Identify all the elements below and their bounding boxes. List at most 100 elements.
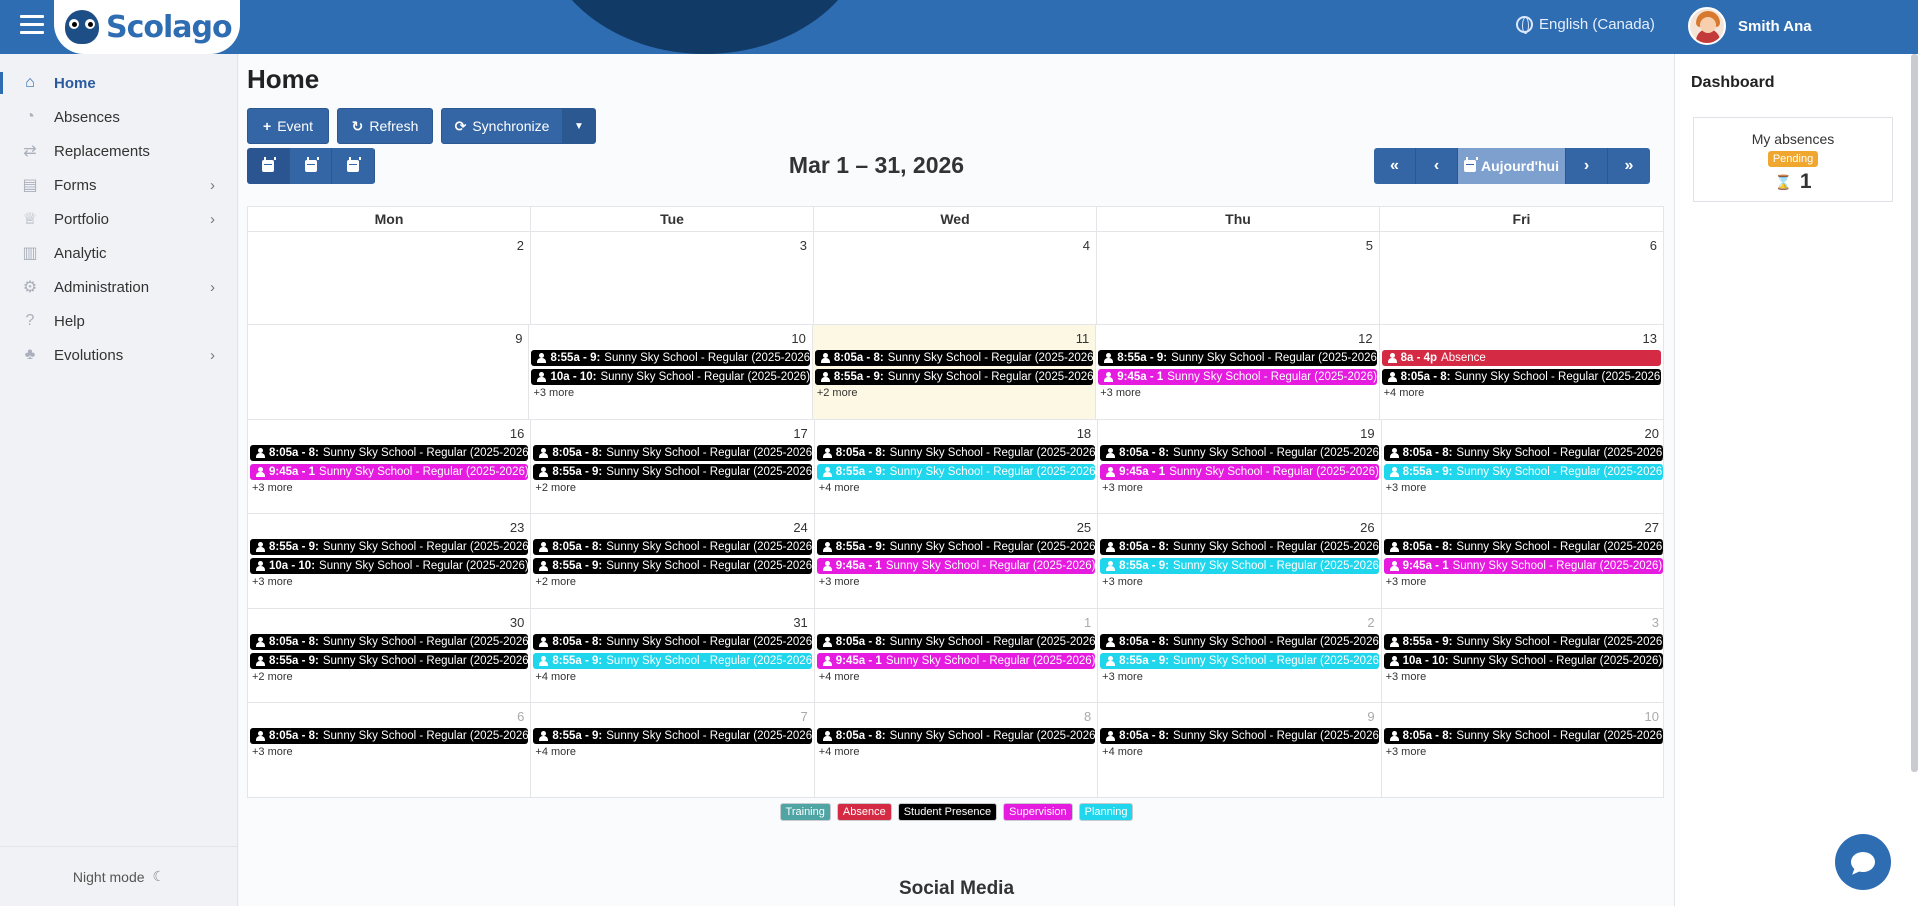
day-view-button[interactable] — [332, 148, 375, 184]
calendar-event[interactable]: 8:05a - 8: Sunny Sky School - Regular (20… — [816, 445, 1096, 461]
calendar-event[interactable]: 8:05a - 8: Sunny Sky School - Regular (20… — [250, 728, 529, 744]
add-event-button[interactable]: + Event — [247, 108, 329, 144]
calendar-event[interactable]: 8:55a - 9: Sunny Sky School - Regular (20… — [816, 539, 1096, 555]
sidebar-item-analytic[interactable]: ▥ Analytic — [0, 236, 237, 270]
day-number[interactable]: 13 — [1643, 331, 1657, 346]
calendar-event[interactable]: 8:55a - 9: Sunny Sky School - Regular (20… — [533, 464, 812, 480]
calendar-event[interactable]: 8:55a - 9: Sunny Sky School - Regular (20… — [1100, 653, 1379, 669]
day-number[interactable]: 9 — [515, 331, 522, 346]
prev-year-button[interactable]: « — [1374, 148, 1416, 184]
calendar-day-cell[interactable]: 25 8:55a - 9: Sunny Sky School - Regular (… — [815, 514, 1099, 608]
more-events-link[interactable]: +3 more — [248, 745, 530, 759]
more-events-link[interactable]: +2 more — [248, 670, 530, 684]
calendar-day-cell[interactable]: 4 — [814, 232, 1097, 324]
day-number[interactable]: 10 — [791, 331, 805, 346]
synchronize-button[interactable]: ⟳ Synchronize — [441, 108, 563, 144]
calendar-event[interactable]: 8:05a - 8: Sunny Sky School - Regular (20… — [250, 634, 529, 650]
calendar-day-cell[interactable]: 27 8:05a - 8: Sunny Sky School - Regular (… — [1382, 514, 1665, 608]
calendar-event[interactable]: 9:45a - 1 Sunny Sky School - Regular (202… — [816, 653, 1096, 669]
user-menu[interactable]: Smith Ana — [1688, 7, 1812, 45]
calendar-event[interactable]: 9:45a - 1 Sunny Sky School - Regular (202… — [1098, 369, 1377, 385]
more-events-link[interactable]: +2 more — [531, 481, 813, 495]
day-number[interactable]: 23 — [510, 520, 524, 535]
more-events-link[interactable]: +3 more — [1382, 481, 1665, 495]
more-events-link[interactable]: +2 more — [531, 575, 813, 589]
my-absences-card[interactable]: My absences Pending ⌛ 1 — [1693, 117, 1893, 202]
more-events-link[interactable]: +3 more — [529, 386, 811, 400]
calendar-event[interactable]: 8:55a - 9: Sunny Sky School - Regular (20… — [816, 464, 1096, 480]
calendar-day-cell[interactable]: 23 8:55a - 9: Sunny Sky School - Regular (… — [248, 514, 532, 608]
more-events-link[interactable]: +4 more — [815, 745, 1097, 759]
day-number[interactable]: 3 — [800, 238, 807, 253]
day-number[interactable]: 18 — [1077, 426, 1091, 441]
day-number[interactable]: 24 — [793, 520, 807, 535]
more-events-link[interactable]: +4 more — [1380, 386, 1663, 400]
calendar-day-cell[interactable]: 3 — [531, 232, 814, 324]
more-events-link[interactable]: +4 more — [1098, 745, 1380, 759]
calendar-day-cell[interactable]: 6 8:05a - 8: Sunny Sky School - Regular (2… — [248, 703, 532, 797]
day-number[interactable]: 30 — [510, 615, 524, 630]
chat-button[interactable] — [1835, 834, 1891, 890]
calendar-event[interactable]: 8:55a - 9: Sunny Sky School - Regular (20… — [533, 653, 812, 669]
calendar-event[interactable]: 8:55a - 9: Sunny Sky School - Regular (20… — [250, 539, 529, 555]
today-button[interactable]: Aujourd'hui — [1458, 148, 1566, 184]
night-mode-toggle[interactable]: Night mode ☾ — [0, 846, 238, 906]
day-number[interactable]: 5 — [1366, 238, 1373, 253]
language-selector[interactable]: English (Canada) — [1516, 16, 1655, 34]
day-number[interactable]: 10 — [1644, 709, 1658, 724]
calendar-event[interactable]: 9:45a - 1 Sunny Sky School - Regular (202… — [250, 464, 529, 480]
calendar-event[interactable]: 8:55a - 9: Sunny Sky School - Regular (20… — [533, 558, 812, 574]
more-events-link[interactable]: +3 more — [1096, 386, 1378, 400]
day-number[interactable]: 6 — [517, 709, 524, 724]
calendar-event[interactable]: 8:05a - 8: Sunny Sky School - Regular (20… — [1383, 539, 1663, 555]
week-view-button[interactable] — [289, 148, 333, 184]
more-events-link[interactable]: +3 more — [248, 575, 530, 589]
calendar-event[interactable]: 8:05a - 8: Sunny Sky School - Regular (20… — [1381, 369, 1661, 385]
calendar-event[interactable]: 8a - 4p Absence — [1381, 350, 1661, 366]
calendar-event[interactable]: 8:05a - 8: Sunny Sky School - Regular (20… — [533, 445, 812, 461]
page-scrollbar[interactable] — [1911, 54, 1918, 772]
calendar-event[interactable]: 8:05a - 8: Sunny Sky School - Regular (20… — [1383, 445, 1663, 461]
calendar-event[interactable]: 8:55a - 9: Sunny Sky School - Regular (20… — [1383, 464, 1663, 480]
day-number[interactable]: 1 — [1084, 615, 1091, 630]
calendar-day-cell[interactable]: 10 8:05a - 8: Sunny Sky School - Regular (… — [1382, 703, 1665, 797]
calendar-event[interactable]: 8:05a - 8: Sunny Sky School - Regular (20… — [533, 539, 812, 555]
calendar-event[interactable]: 10a - 10: Sunny Sky School - Regular (202… — [1383, 653, 1663, 669]
calendar-event[interactable]: 8:05a - 8: Sunny Sky School - Regular (20… — [1100, 539, 1379, 555]
calendar-event[interactable]: 8:05a - 8: Sunny Sky School - Regular (20… — [1383, 728, 1663, 744]
day-number[interactable]: 25 — [1077, 520, 1091, 535]
calendar-day-cell[interactable]: 18 8:05a - 8: Sunny Sky School - Regular (… — [815, 420, 1099, 513]
sidebar-item-evolutions[interactable]: ♣ Evolutions › — [0, 338, 237, 372]
day-number[interactable]: 19 — [1360, 426, 1374, 441]
calendar-event[interactable]: 8:05a - 8: Sunny Sky School - Regular (20… — [1100, 445, 1379, 461]
day-number[interactable]: 8 — [1084, 709, 1091, 724]
calendar-event[interactable]: 8:55a - 9: Sunny Sky School - Regular (20… — [533, 728, 812, 744]
calendar-day-cell[interactable]: 30 8:05a - 8: Sunny Sky School - Regular (… — [248, 609, 532, 702]
calendar-event[interactable]: 8:55a - 9: Sunny Sky School - Regular (20… — [1383, 634, 1663, 650]
month-view-button[interactable] — [247, 148, 290, 184]
calendar-day-cell[interactable]: 11 8:05a - 8: Sunny Sky School - Regular (… — [812, 325, 1097, 419]
calendar-day-cell[interactable]: 20 8:05a - 8: Sunny Sky School - Regular (… — [1382, 420, 1665, 513]
more-events-link[interactable]: +4 more — [531, 745, 813, 759]
more-events-link[interactable]: +3 more — [1382, 745, 1665, 759]
sidebar-item-absences[interactable]: ◔ Absences — [0, 100, 237, 134]
calendar-event[interactable]: 8:05a - 8: Sunny Sky School - Regular (20… — [816, 634, 1096, 650]
calendar-event[interactable]: 8:55a - 9: Sunny Sky School - Regular (20… — [814, 369, 1094, 385]
more-events-link[interactable]: +3 more — [1098, 575, 1380, 589]
calendar-event[interactable]: 8:05a - 8: Sunny Sky School - Regular (20… — [1100, 634, 1379, 650]
calendar-event[interactable]: 8:55a - 9: Sunny Sky School - Regular (20… — [531, 350, 810, 366]
calendar-day-cell[interactable]: 12 8:55a - 9: Sunny Sky School - Regular (… — [1096, 325, 1380, 419]
calendar-day-cell[interactable]: 6 — [1380, 232, 1663, 324]
calendar-day-cell[interactable]: 7 8:55a - 9: Sunny Sky School - Regular (2… — [531, 703, 815, 797]
calendar-event[interactable]: 8:05a - 8: Sunny Sky School - Regular (20… — [816, 728, 1096, 744]
calendar-day-cell[interactable]: 19 8:05a - 8: Sunny Sky School - Regular (… — [1098, 420, 1382, 513]
day-number[interactable]: 31 — [793, 615, 807, 630]
calendar-event[interactable]: 8:55a - 9: Sunny Sky School - Regular (20… — [1098, 350, 1377, 366]
day-number[interactable]: 2 — [1367, 615, 1374, 630]
sidebar-item-home[interactable]: ⌂ Home — [0, 66, 237, 100]
calendar-event[interactable]: 9:45a - 1 Sunny Sky School - Regular (202… — [1383, 558, 1663, 574]
more-events-link[interactable]: +4 more — [531, 670, 813, 684]
more-events-link[interactable]: +4 more — [815, 670, 1097, 684]
more-events-link[interactable]: +4 more — [815, 481, 1097, 495]
calendar-day-cell[interactable]: 16 8:05a - 8: Sunny Sky School - Regular (… — [248, 420, 532, 513]
